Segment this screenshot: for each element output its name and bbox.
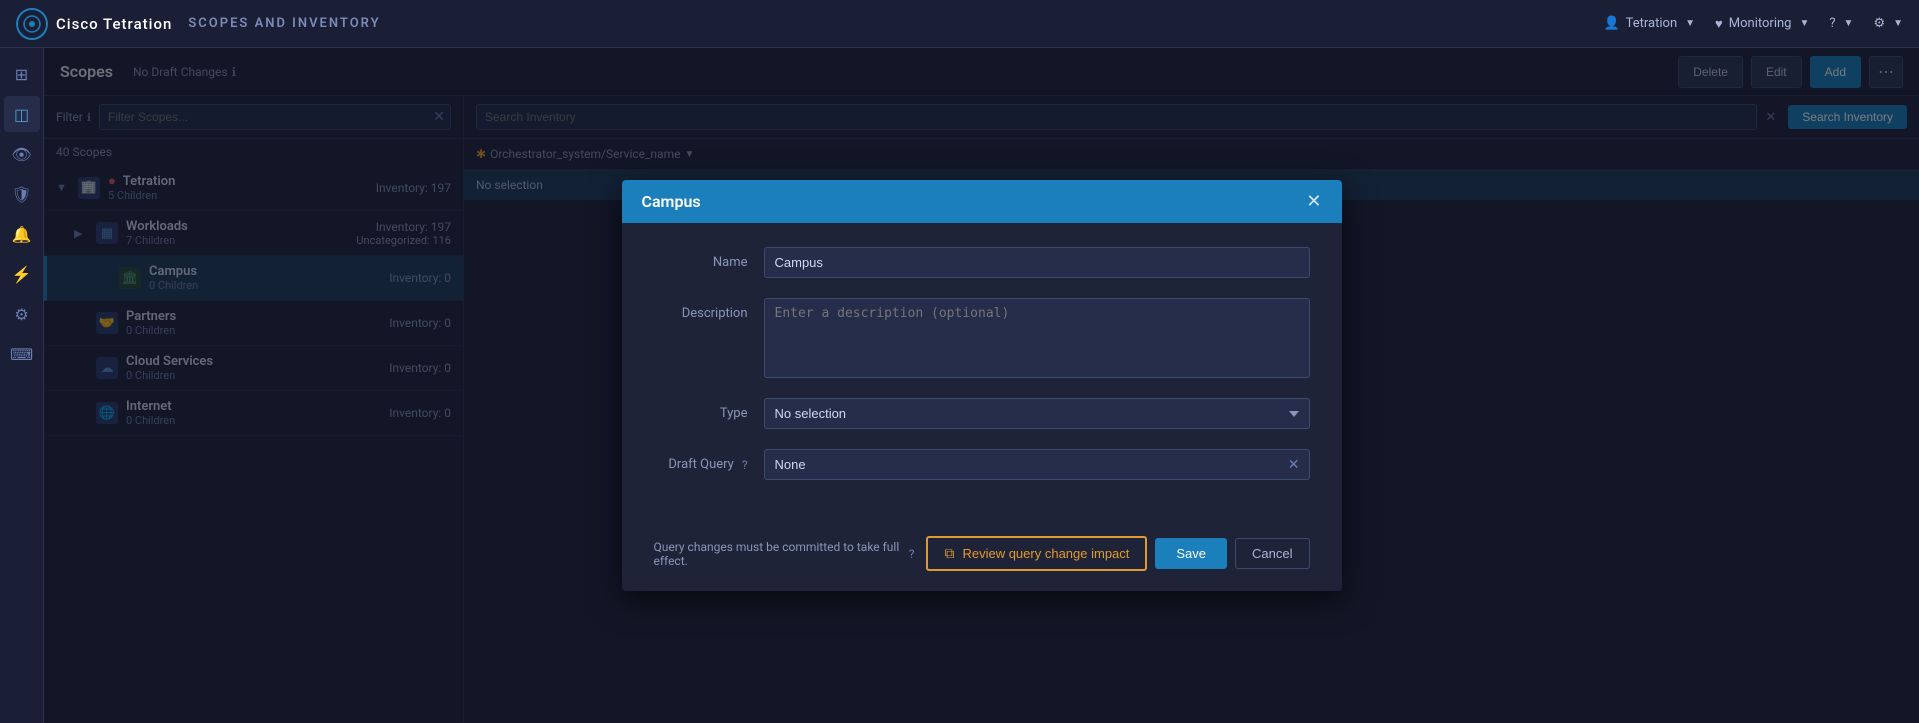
person-icon: 👤 bbox=[1603, 16, 1619, 31]
modal-title: Campus bbox=[642, 192, 701, 211]
campus-modal: Campus ✕ Name Description bbox=[622, 180, 1342, 591]
footer-actions: ⧉ Review query change impact Save Cancel bbox=[926, 536, 1309, 571]
modal-footer: Query changes must be committed to take … bbox=[622, 524, 1342, 591]
type-select[interactable]: No selection Default Kubernetes AWS Azur… bbox=[764, 398, 1310, 429]
question-icon: ? bbox=[1829, 16, 1835, 31]
sidebar-item-enforcement[interactable]: ⚡ bbox=[4, 256, 40, 292]
draft-query-clear-button[interactable]: ✕ bbox=[1288, 457, 1300, 473]
cancel-button[interactable]: Cancel bbox=[1235, 538, 1309, 569]
heart-icon: ♥ bbox=[1715, 16, 1723, 32]
sidebar-item-platform[interactable]: ⚙ bbox=[4, 296, 40, 332]
chevron-down-icon: ▼ bbox=[1844, 18, 1854, 29]
help-menu[interactable]: ? ▼ bbox=[1829, 16, 1853, 31]
sidebar-item-scopes[interactable]: ◫ bbox=[4, 96, 40, 132]
cisco-tetration-logo bbox=[16, 8, 48, 40]
logo[interactable]: Cisco Tetration bbox=[16, 8, 172, 40]
gear-icon: ⚙ bbox=[1873, 16, 1885, 31]
type-label: Type bbox=[654, 398, 764, 421]
sidebar-item-dashboard[interactable]: ⊞ bbox=[4, 56, 40, 92]
settings-menu[interactable]: ⚙ ▼ bbox=[1873, 16, 1903, 31]
footer-help-icon[interactable]: ? bbox=[909, 547, 915, 561]
modal-header: Campus ✕ bbox=[622, 180, 1342, 223]
modal-container: Campus ✕ Name Description bbox=[44, 48, 1919, 723]
draft-query-wrap: ✕ bbox=[764, 449, 1310, 480]
monitoring-menu[interactable]: ♥ Monitoring ▼ bbox=[1715, 16, 1809, 32]
main-layout: ⊞ ◫ 👁 🛡 🔔 ⚡ ⚙ ⌨ Scopes No Draft Changes … bbox=[0, 48, 1919, 723]
chevron-down-icon: ▼ bbox=[1799, 18, 1809, 29]
name-input[interactable] bbox=[764, 247, 1310, 278]
chevron-down-icon: ▼ bbox=[1893, 18, 1903, 29]
sidebar-item-visibility[interactable]: 👁 bbox=[4, 136, 40, 172]
modal-body: Name Description Type No selection Defau… bbox=[622, 223, 1342, 524]
description-label: Description bbox=[654, 298, 764, 321]
form-group-type: Type No selection Default Kubernetes AWS… bbox=[654, 398, 1310, 429]
top-navigation: Cisco Tetration SCOPES AND INVENTORY 👤 T… bbox=[0, 0, 1919, 48]
section-title: SCOPES AND INVENTORY bbox=[188, 16, 380, 31]
draft-query-help-icon[interactable]: ? bbox=[742, 458, 748, 472]
review-icon: ⧉ bbox=[944, 545, 954, 562]
draft-query-label: Draft Query ? bbox=[654, 449, 764, 472]
app-name: Cisco Tetration bbox=[56, 15, 172, 33]
sidebar-item-api[interactable]: ⌨ bbox=[4, 336, 40, 372]
top-nav-right: 👤 Tetration ▼ ♥ Monitoring ▼ ? ▼ ⚙ ▼ bbox=[1603, 16, 1903, 32]
save-button[interactable]: Save bbox=[1155, 538, 1227, 569]
form-group-draft-query: Draft Query ? ✕ bbox=[654, 449, 1310, 480]
sidebar-item-alerts[interactable]: 🔔 bbox=[4, 216, 40, 252]
review-query-button[interactable]: ⧉ Review query change impact bbox=[926, 536, 1147, 571]
draft-query-input[interactable] bbox=[764, 449, 1310, 480]
modal-close-button[interactable]: ✕ bbox=[1306, 193, 1321, 211]
sidebar-item-security[interactable]: 🛡 bbox=[4, 176, 40, 212]
content-area: Scopes No Draft Changes ℹ Delete Edit Ad… bbox=[44, 48, 1919, 723]
description-input[interactable] bbox=[764, 298, 1310, 378]
chevron-down-icon: ▼ bbox=[1685, 18, 1695, 29]
tetration-menu[interactable]: 👤 Tetration ▼ bbox=[1603, 16, 1695, 31]
form-group-name: Name bbox=[654, 247, 1310, 278]
name-label: Name bbox=[654, 247, 764, 270]
sidebar: ⊞ ◫ 👁 🛡 🔔 ⚡ ⚙ ⌨ bbox=[0, 48, 44, 723]
footer-note: Query changes must be committed to take … bbox=[654, 540, 915, 568]
form-group-description: Description bbox=[654, 298, 1310, 378]
